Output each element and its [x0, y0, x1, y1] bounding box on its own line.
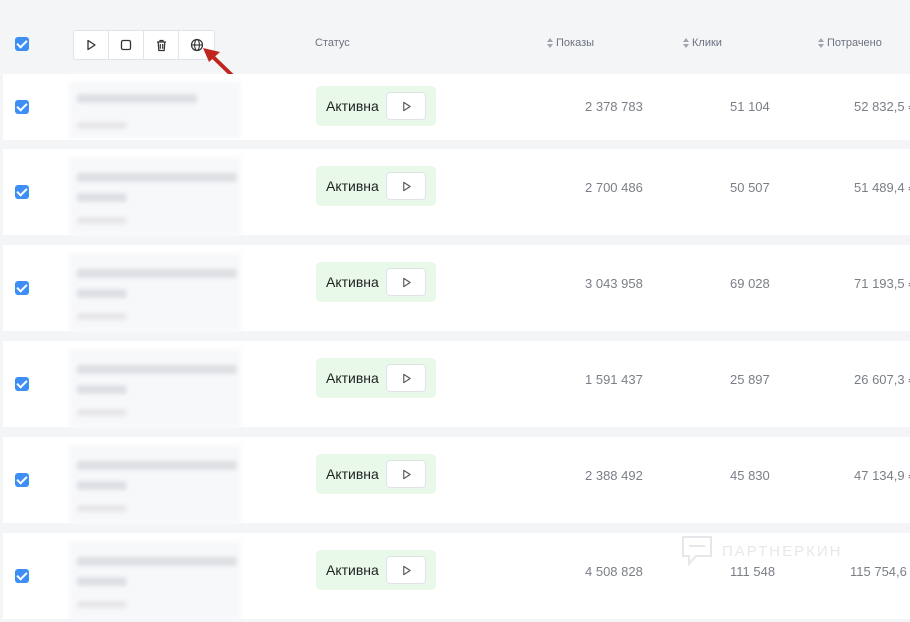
- status-label: Активна: [326, 178, 379, 194]
- impressions-value: 3 043 958: [585, 276, 643, 291]
- spent-value: 71 193,5 ₽: [854, 276, 910, 291]
- spent-value: 51 489,4 ₽: [854, 180, 910, 195]
- stop-icon: [120, 39, 132, 51]
- row-checkbox[interactable]: [15, 185, 29, 199]
- column-clicks-label: Клики: [692, 37, 722, 49]
- play-icon: [87, 39, 96, 51]
- spent-value: 115 754,6 ₽: [850, 564, 910, 579]
- table-row[interactable]: Активна 2 378 783 51 104 52 832,5 ₽: [3, 74, 910, 140]
- campaign-name-redacted: [69, 445, 241, 523]
- trash-icon: [156, 39, 166, 51]
- play-icon: [402, 101, 411, 111]
- play-icon: [402, 277, 411, 287]
- watermark-text: ПАРТНЕРКИН: [722, 542, 843, 560]
- table-row[interactable]: Активна 2 700 486 50 507 51 489,4 ₽: [3, 149, 910, 235]
- clicks-value: 51 104: [730, 99, 770, 114]
- column-impressions[interactable]: Показы: [547, 37, 594, 49]
- status-badge: Активна: [316, 358, 436, 398]
- impressions-value: 2 378 783: [585, 99, 643, 114]
- column-spent[interactable]: Потрачено: [818, 37, 882, 49]
- table-header: Статус Показы Клики Потрачено: [0, 0, 910, 87]
- campaign-name-redacted: [69, 541, 241, 619]
- play-icon: [402, 565, 411, 575]
- impressions-value: 4 508 828: [585, 564, 643, 579]
- sort-icon: [547, 38, 553, 49]
- sort-icon: [818, 38, 824, 49]
- status-label: Активна: [326, 562, 379, 578]
- spent-value: 52 832,5 ₽: [854, 99, 910, 114]
- play-icon: [402, 373, 411, 383]
- status-badge: Активна: [316, 166, 436, 206]
- row-play-button[interactable]: [386, 268, 426, 296]
- status-label: Активна: [326, 274, 379, 290]
- clicks-value: 25 897: [730, 372, 770, 387]
- start-button[interactable]: [74, 31, 109, 59]
- row-play-button[interactable]: [386, 556, 426, 584]
- status-label: Активна: [326, 98, 379, 114]
- clicks-value: 50 507: [730, 180, 770, 195]
- row-checkbox[interactable]: [15, 281, 29, 295]
- delete-button[interactable]: [144, 31, 179, 59]
- row-checkbox[interactable]: [15, 100, 29, 114]
- stop-button[interactable]: [109, 31, 144, 59]
- row-checkbox[interactable]: [15, 377, 29, 391]
- row-checkbox[interactable]: [15, 473, 29, 487]
- status-badge: Активна: [316, 86, 436, 126]
- column-status: Статус: [315, 37, 350, 49]
- clicks-value: 69 028: [730, 276, 770, 291]
- table-row[interactable]: Активна 1 591 437 25 897 26 607,3 ₽: [3, 341, 910, 427]
- watermark: ПАРТНЕРКИН: [680, 534, 842, 568]
- table-row[interactable]: Активна 3 043 958 69 028 71 193,5 ₽: [3, 245, 910, 331]
- row-play-button[interactable]: [386, 172, 426, 200]
- impressions-value: 2 700 486: [585, 180, 643, 195]
- status-badge: Активна: [316, 550, 436, 590]
- chat-logo-icon: [682, 536, 712, 567]
- status-label: Активна: [326, 466, 379, 482]
- bulk-actions-toolbar: [73, 30, 215, 60]
- campaign-name-redacted: [69, 82, 241, 138]
- status-badge: Активна: [316, 262, 436, 302]
- clicks-value: 45 830: [730, 468, 770, 483]
- spent-value: 47 134,9 ₽: [854, 468, 910, 483]
- sort-icon: [683, 38, 689, 49]
- column-impressions-label: Показы: [556, 37, 595, 49]
- row-checkbox[interactable]: [15, 569, 29, 583]
- impressions-value: 2 388 492: [585, 468, 643, 483]
- table-row[interactable]: Активна 2 388 492 45 830 47 134,9 ₽: [3, 437, 910, 523]
- impressions-value: 1 591 437: [585, 372, 643, 387]
- status-badge: Активна: [316, 454, 436, 494]
- row-play-button[interactable]: [386, 92, 426, 120]
- row-play-button[interactable]: [386, 460, 426, 488]
- play-icon: [402, 469, 411, 479]
- play-icon: [402, 181, 411, 191]
- select-all-checkbox[interactable]: [15, 37, 29, 51]
- status-label: Активна: [326, 370, 379, 386]
- campaign-name-redacted: [69, 253, 241, 331]
- column-spent-label: Потрачено: [827, 37, 882, 49]
- campaign-name-redacted: [69, 157, 241, 235]
- row-play-button[interactable]: [386, 364, 426, 392]
- campaign-name-redacted: [69, 349, 241, 427]
- spent-value: 26 607,3 ₽: [854, 372, 910, 387]
- column-clicks[interactable]: Клики: [683, 37, 722, 49]
